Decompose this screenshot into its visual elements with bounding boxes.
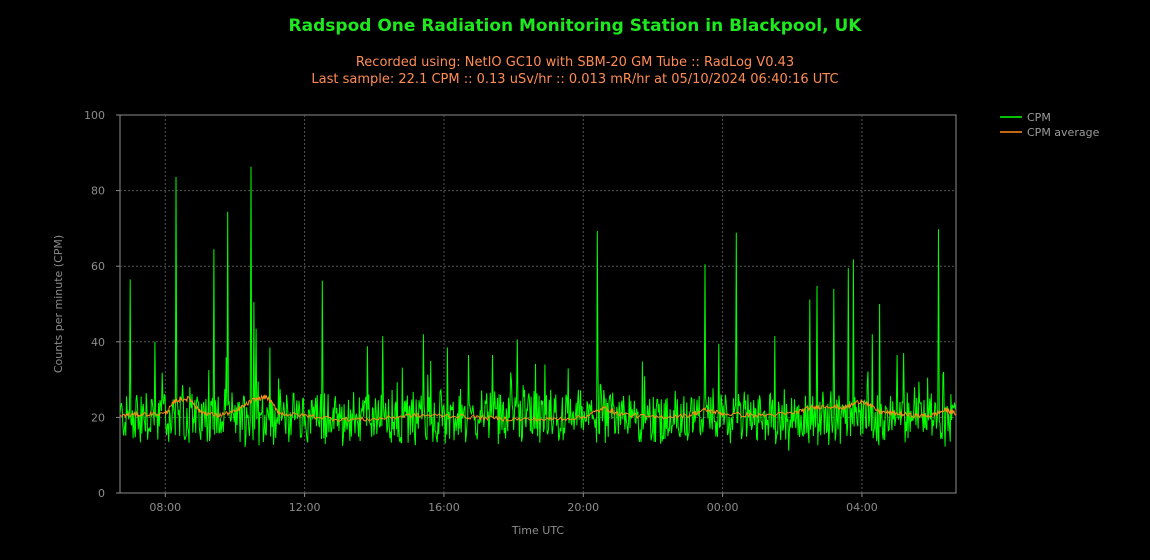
- x-tick-label: 20:00: [567, 501, 599, 514]
- x-axis-label: Time UTC: [511, 524, 565, 537]
- series-layer: [119, 166, 957, 451]
- legend: CPM CPM average: [1000, 111, 1100, 139]
- x-tick-label: 08:00: [149, 501, 181, 514]
- x-tick-label: 04:00: [846, 501, 878, 514]
- legend-label-cpm-average: CPM average: [1027, 126, 1100, 139]
- y-tick-label: 100: [84, 109, 105, 122]
- y-tick-label: 80: [91, 185, 105, 198]
- y-tick-label: 40: [91, 336, 105, 349]
- x-tick-label: 12:00: [289, 501, 321, 514]
- x-tick-label: 00:00: [707, 501, 739, 514]
- x-axis-ticks: 08:00 12:00 16:00 20:00 00:00 04:00: [149, 493, 878, 514]
- radiation-chart: 0 20 40 60 80 100 08:00 12:00 16:00 20:00 00:00 04…: [52, 109, 1100, 537]
- y-axis-label: Counts per minute (CPM): [52, 235, 65, 373]
- y-tick-label: 60: [91, 260, 105, 273]
- y-axis-ticks: 0 20 40 60 80 100: [84, 109, 120, 500]
- y-tick-label: 20: [91, 411, 105, 424]
- legend-label-cpm: CPM: [1027, 111, 1051, 124]
- x-tick-label: 16:00: [428, 501, 460, 514]
- y-tick-label: 0: [98, 487, 105, 500]
